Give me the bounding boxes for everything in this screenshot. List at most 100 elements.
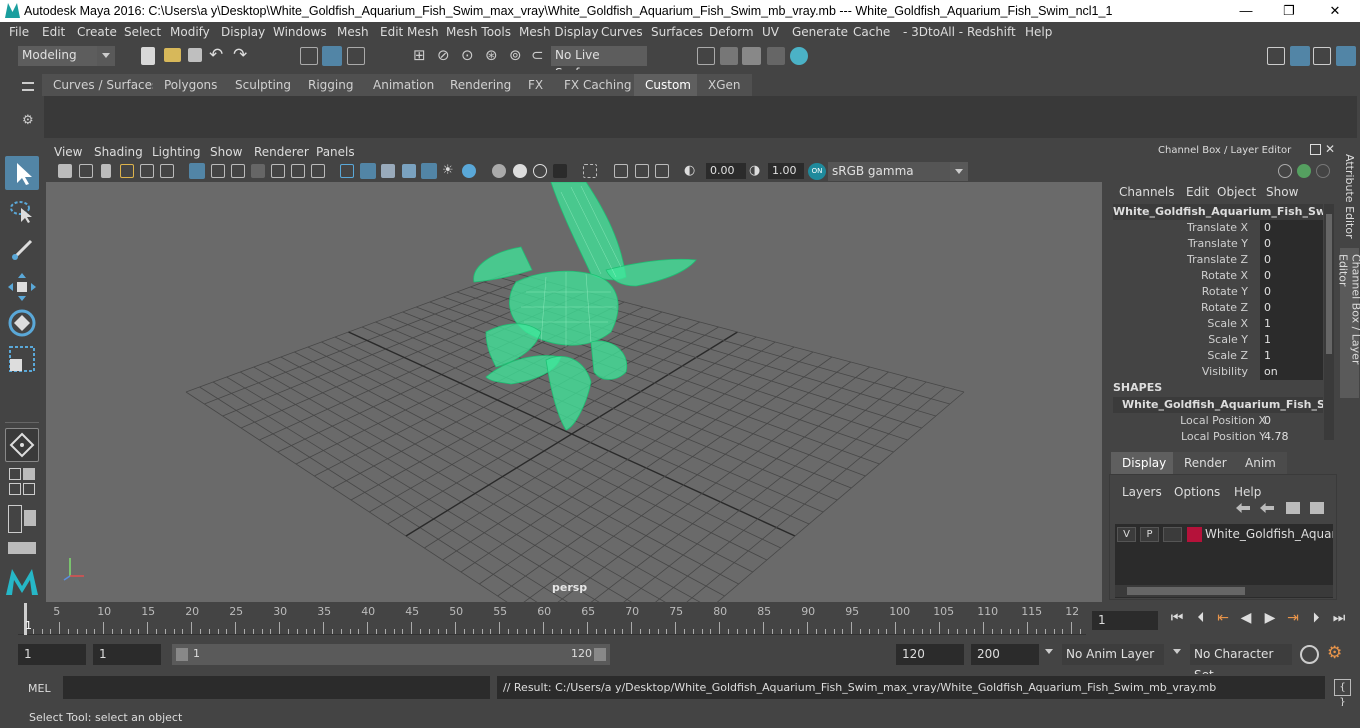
tab-channel-box-layer-editor[interactable]: Channel Box / Layer Editor xyxy=(1337,248,1360,398)
mode-selector[interactable]: Modeling xyxy=(18,46,115,66)
screen-space-ao-icon[interactable] xyxy=(462,164,476,178)
timeline-layout-icon[interactable] xyxy=(8,542,36,554)
gamma-icon[interactable]: ◑ xyxy=(749,164,763,178)
vp-menu-lighting[interactable]: Lighting xyxy=(152,145,201,159)
attr-value[interactable]: 1 xyxy=(1260,348,1323,364)
attr-label[interactable]: Rotate Z xyxy=(1201,301,1248,314)
menu-display[interactable]: Display xyxy=(221,25,265,39)
playback-end-field[interactable]: 120 xyxy=(896,644,964,665)
multisample-aa-icon[interactable] xyxy=(513,164,527,178)
le-menu-options[interactable]: Options xyxy=(1174,485,1220,499)
select-tool-button[interactable] xyxy=(5,156,39,190)
gate-mask-icon[interactable] xyxy=(251,164,265,178)
vp-menu-shading[interactable]: Shading xyxy=(94,145,143,159)
character-set-dropdown[interactable]: No Character Set xyxy=(1190,644,1292,682)
grid-toggle-icon[interactable] xyxy=(189,163,205,179)
play-backwards-icon[interactable]: ◀ xyxy=(1238,610,1254,626)
range-slider-start-handle[interactable] xyxy=(176,648,188,661)
speed-icon[interactable] xyxy=(1316,164,1330,178)
anim-layer-dropdown[interactable]: No Anim Layer xyxy=(1062,644,1164,665)
layer-list-hscrollbar[interactable] xyxy=(1115,585,1333,597)
vp-menu-renderer[interactable]: Renderer xyxy=(254,145,309,159)
textured-icon[interactable] xyxy=(402,164,416,178)
color-management-icon[interactable]: ON xyxy=(808,163,826,180)
bookmark-icon[interactable] xyxy=(101,164,111,178)
wireframe-on-shaded-icon[interactable] xyxy=(381,164,395,178)
attr-value[interactable]: 0 xyxy=(1260,300,1323,316)
channel-box-toggle-icon[interactable] xyxy=(1336,46,1356,66)
perspective-viewport[interactable]: persp xyxy=(46,182,1102,602)
cb-menu-object[interactable]: Object xyxy=(1217,185,1256,199)
safe-action-icon[interactable] xyxy=(291,164,305,178)
motion-blur-icon[interactable] xyxy=(492,164,506,178)
animation-end-field[interactable]: 200 xyxy=(971,644,1039,665)
undo-icon[interactable]: ↶ xyxy=(209,45,223,65)
go-to-end-icon[interactable]: ⏭ xyxy=(1331,610,1347,626)
menu-select[interactable]: Select xyxy=(124,25,161,39)
animation-start-field[interactable]: 1 xyxy=(18,644,86,665)
tab-attribute-editor[interactable]: Attribute Editor xyxy=(1340,148,1359,240)
snap-to-surface-icon[interactable]: ⊚ xyxy=(509,46,522,64)
range-slider[interactable]: 1 120 xyxy=(172,644,610,665)
menu-curves[interactable]: Curves xyxy=(601,25,643,39)
minimize-button[interactable]: — xyxy=(1223,0,1269,22)
xray-joints-icon[interactable] xyxy=(614,164,628,178)
use-all-lights-icon[interactable] xyxy=(421,163,437,179)
single-perspective-layout-button[interactable] xyxy=(5,428,39,462)
gear-icon[interactable]: ⚙ xyxy=(22,113,34,128)
attr-value[interactable]: 0 xyxy=(1260,284,1323,300)
depth-of-field-icon[interactable] xyxy=(533,164,547,178)
step-back-key-icon[interactable]: ⇤ xyxy=(1215,610,1231,626)
paint-select-tool-button[interactable] xyxy=(5,232,39,266)
menu-redshift[interactable]: Redshift xyxy=(967,25,1016,39)
step-forward-frame-icon[interactable]: ⏵ xyxy=(1308,610,1324,626)
persp-outliner-layout-icon[interactable] xyxy=(23,468,35,480)
menu-edit-mesh[interactable]: Edit Mesh xyxy=(380,25,439,39)
go-to-start-icon[interactable]: ⏮ xyxy=(1169,610,1185,626)
range-slider-end-handle[interactable] xyxy=(594,648,606,661)
attr-label[interactable]: Local Position X xyxy=(1180,414,1266,427)
exposure-icon[interactable]: ◐ xyxy=(684,164,698,178)
scale-tool-button[interactable] xyxy=(5,342,39,376)
shadows-icon[interactable]: ☀ xyxy=(442,164,456,178)
menu-mesh-tools[interactable]: Mesh Tools xyxy=(446,25,511,39)
xray-components-icon[interactable] xyxy=(635,164,649,178)
move-layer-up-icon[interactable] xyxy=(1236,503,1250,513)
selected-object-name[interactable]: White_Goldfish_Aquarium_Fish_Swim... xyxy=(1113,204,1323,220)
tab-rigging[interactable]: Rigging xyxy=(297,74,365,96)
attr-value[interactable]: 4.78 xyxy=(1260,429,1323,445)
menu-uv[interactable]: UV xyxy=(762,25,779,39)
time-slider[interactable]: 5 10 15 20 25 30 35 40 45 50 55 60 65 70 75 80 85 90 95 100… xyxy=(0,603,1360,637)
new-layer-icon[interactable] xyxy=(1286,502,1300,514)
attr-label[interactable]: Translate Y xyxy=(1188,237,1248,250)
exposure-field[interactable]: 0.00 xyxy=(706,163,746,179)
attr-label[interactable]: Local Position Y xyxy=(1181,430,1266,443)
grease-pencil-icon[interactable] xyxy=(160,164,174,178)
save-scene-icon[interactable] xyxy=(188,48,202,62)
magnet-icon[interactable]: ⊂ xyxy=(531,46,544,64)
shelf-menu-icon[interactable] xyxy=(22,82,34,91)
step-forward-key-icon[interactable]: ⇥ xyxy=(1285,610,1301,626)
menu-mesh[interactable]: Mesh xyxy=(337,25,369,39)
snap-to-grid-icon[interactable]: ⊞ xyxy=(413,46,426,64)
attr-value[interactable]: 0 xyxy=(1260,252,1323,268)
new-scene-icon[interactable] xyxy=(141,47,155,65)
smooth-shade-icon[interactable] xyxy=(360,163,376,179)
float-panel-icon[interactable] xyxy=(1310,144,1321,155)
hypershade-layout-icon[interactable] xyxy=(23,483,35,495)
animation-preferences-icon[interactable]: ⚙ xyxy=(1327,643,1342,663)
ipr-render-icon[interactable] xyxy=(742,47,761,65)
cb-menu-show[interactable]: Show xyxy=(1266,185,1298,199)
tab-fx-caching[interactable]: FX Caching xyxy=(553,74,643,96)
new-layer-from-selected-icon[interactable] xyxy=(1310,502,1324,514)
menu-file[interactable]: File xyxy=(9,25,29,39)
scrollbar-thumb[interactable] xyxy=(1127,587,1245,595)
attr-value[interactable]: 0 xyxy=(1260,236,1323,252)
attr-label[interactable]: Scale X xyxy=(1207,317,1248,330)
render-frame-icon[interactable] xyxy=(720,47,738,65)
live-surface-field[interactable]: No Live Surface xyxy=(551,46,647,80)
modeling-toolkit-icon[interactable] xyxy=(1267,47,1285,65)
tab-curves-surfaces[interactable]: Curves / Surfaces xyxy=(42,74,170,96)
playback-start-field[interactable]: 1 xyxy=(93,644,161,665)
tool-settings-toggle-icon[interactable] xyxy=(1313,47,1331,65)
